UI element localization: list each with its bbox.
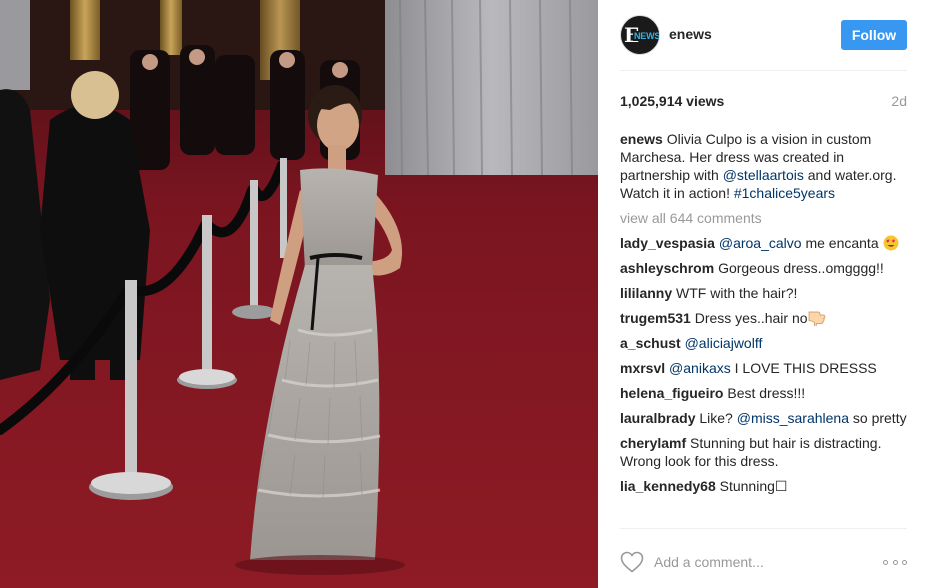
comment-text: Gorgeous dress..omgggg!!: [718, 260, 884, 276]
comment-item: lady_vespasia @aroa_calvo me encanta: [620, 234, 907, 252]
comment-text: I LOVE THIS DRESSS: [730, 360, 877, 376]
username-link[interactable]: enews: [669, 26, 712, 42]
comment-item: lia_kennedy68 Stunning☐: [620, 477, 907, 495]
comment-item: a_schust @aliciajwolff: [620, 334, 907, 352]
post-stats: 1,025,914 views 2d: [620, 93, 907, 113]
instagram-post: E NEWS enews Follow 1,025,914 views 2d e…: [0, 0, 925, 588]
comment-username[interactable]: lia_kennedy68: [620, 478, 716, 494]
comment-text: me encanta: [801, 235, 883, 251]
comment-username[interactable]: helena_figueiro: [620, 385, 723, 401]
comment-username[interactable]: lililanny: [620, 285, 672, 301]
thumbs-down-emoji-icon: [808, 311, 825, 326]
comment-item: lauralbrady Like? @miss_sarahlena so pre…: [620, 409, 907, 427]
comment-text: Dress yes..hair no: [694, 310, 808, 326]
comment-username[interactable]: a_schust: [620, 335, 681, 351]
more-options-icon[interactable]: [883, 554, 907, 570]
comment-item: cherylamf Stunning but hair is distracti…: [620, 434, 907, 470]
comment-mention[interactable]: @anikaxs: [669, 360, 731, 376]
comment-username[interactable]: lady_vespasia: [620, 235, 715, 251]
comment-item: ashleyschrom Gorgeous dress..omgggg!!: [620, 259, 907, 277]
comment-item: helena_figueiro Best dress!!!: [620, 384, 907, 402]
comment-item: trugem531 Dress yes..hair no: [620, 309, 907, 327]
view-count: 1,025,914 views: [620, 93, 725, 109]
comment-username[interactable]: trugem531: [620, 310, 691, 326]
post-header: E NEWS enews Follow: [598, 0, 925, 70]
more-dot: [902, 559, 907, 565]
red-carpet-photo: [0, 0, 598, 588]
caption-username[interactable]: enews: [620, 131, 663, 147]
comment-text: Stunning☐: [719, 478, 788, 494]
comment-list[interactable]: enews Olivia Culpo is a vision in custom…: [620, 130, 907, 528]
comment-username[interactable]: lauralbrady: [620, 410, 695, 426]
comment-item: mxrsvl @anikaxs I LOVE THIS DRESSS: [620, 359, 907, 377]
comment-item: lililanny WTF with the hair?!: [620, 284, 907, 302]
comment-username[interactable]: ashleyschrom: [620, 260, 714, 276]
comment-text: WTF with the hair?!: [676, 285, 798, 301]
more-dot: [883, 559, 888, 565]
view-all-comments-link[interactable]: view all 644 comments: [620, 209, 907, 227]
footer-divider: [620, 528, 907, 529]
comment-text-after: so pretty: [849, 410, 907, 426]
comment-text: Like?: [699, 410, 737, 426]
follow-button[interactable]: Follow: [841, 20, 907, 50]
post-timestamp[interactable]: 2d: [891, 93, 907, 109]
caption-mention[interactable]: @stellaartois: [723, 167, 804, 183]
post-footer: [620, 540, 907, 580]
heart-eyes-emoji-icon: [883, 235, 898, 251]
more-dot: [892, 559, 898, 565]
avatar-logo-word: NEWS: [633, 31, 660, 41]
comment-mention[interactable]: @aroa_calvo: [719, 235, 802, 251]
add-comment-input[interactable]: [654, 550, 874, 574]
comment-text: Best dress!!!: [727, 385, 806, 401]
post-sidebar: E NEWS enews Follow 1,025,914 views 2d e…: [598, 0, 925, 588]
heart-outline-icon[interactable]: [620, 551, 644, 573]
comment-username[interactable]: cherylamf: [620, 435, 686, 451]
comment-mention[interactable]: @miss_sarahlena: [737, 410, 849, 426]
comment-username[interactable]: mxrsvl: [620, 360, 665, 376]
post-caption: enews Olivia Culpo is a vision in custom…: [620, 130, 907, 202]
avatar[interactable]: E NEWS: [620, 15, 660, 55]
caption-hashtag[interactable]: #1chalice5years: [734, 185, 835, 201]
header-divider: [620, 70, 907, 71]
comment-mention[interactable]: @aliciajwolff: [685, 335, 763, 351]
post-photo[interactable]: [0, 0, 598, 588]
